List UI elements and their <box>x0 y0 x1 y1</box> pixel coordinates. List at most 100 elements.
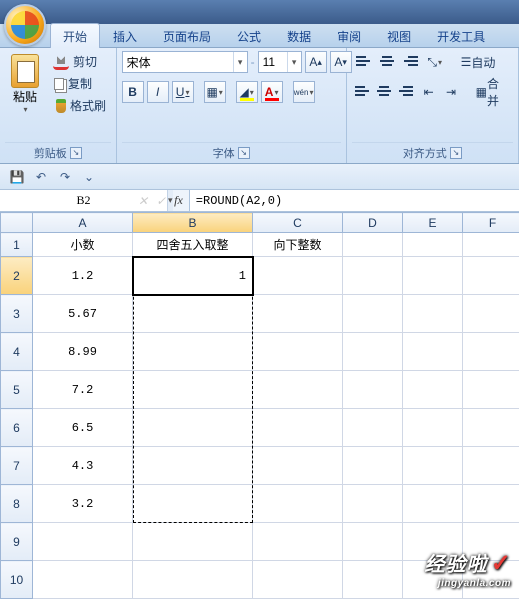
accept-formula-button[interactable]: ✓ <box>156 194 166 208</box>
dialog-launcher-icon[interactable]: ↘ <box>70 147 82 159</box>
row-header[interactable]: 10 <box>1 561 33 599</box>
cell[interactable] <box>343 447 403 485</box>
align-bottom-button[interactable] <box>400 51 422 73</box>
dialog-launcher-icon[interactable]: ↘ <box>450 147 462 159</box>
qat-undo-button[interactable]: ↶ <box>32 168 50 186</box>
cell[interactable] <box>403 485 463 523</box>
format-painter-button[interactable]: 格式刷 <box>49 95 110 116</box>
cell[interactable] <box>463 233 519 257</box>
row-header[interactable]: 5 <box>1 371 33 409</box>
office-button[interactable] <box>4 4 46 46</box>
cell[interactable] <box>403 447 463 485</box>
fill-color-button[interactable]: ◢▾ <box>236 81 258 103</box>
cell-active[interactable]: 1 <box>133 257 253 295</box>
col-header-a[interactable]: A <box>33 213 133 233</box>
align-right-button[interactable] <box>396 81 416 103</box>
cell[interactable]: 向下整数 <box>253 233 343 257</box>
row-header[interactable]: 7 <box>1 447 33 485</box>
cell[interactable]: 6.5 <box>33 409 133 447</box>
row-header[interactable]: 1 <box>1 233 33 257</box>
dialog-launcher-icon[interactable]: ↘ <box>238 147 250 159</box>
col-header-f[interactable]: F <box>463 213 519 233</box>
increase-indent-button[interactable]: ⇥ <box>441 81 461 103</box>
font-name-combo[interactable]: ▾ <box>122 51 248 73</box>
row-header[interactable]: 6 <box>1 409 33 447</box>
bold-button[interactable]: B <box>122 81 144 103</box>
col-header-c[interactable]: C <box>253 213 343 233</box>
font-name-input[interactable] <box>123 55 233 70</box>
cell[interactable]: 小数 <box>33 233 133 257</box>
decrease-indent-button[interactable]: ⇤ <box>419 81 439 103</box>
cell[interactable] <box>133 561 253 599</box>
cell[interactable] <box>133 447 253 485</box>
tab-data[interactable]: 数据 <box>274 23 324 48</box>
cell[interactable] <box>133 409 253 447</box>
cancel-formula-button[interactable]: ✕ <box>138 194 148 208</box>
col-header-d[interactable]: D <box>343 213 403 233</box>
spreadsheet-grid[interactable]: A B C D E F 1 小数 四舍五入取整 向下整数 2 1.2 1 35.… <box>0 212 519 599</box>
cell[interactable]: 4.3 <box>33 447 133 485</box>
cell[interactable] <box>133 371 253 409</box>
cell[interactable] <box>33 523 133 561</box>
cell[interactable] <box>403 257 463 295</box>
cell[interactable] <box>133 523 253 561</box>
row-header[interactable]: 9 <box>1 523 33 561</box>
align-middle-button[interactable] <box>376 51 398 73</box>
cell[interactable] <box>253 485 343 523</box>
cell[interactable] <box>403 371 463 409</box>
tab-review[interactable]: 审阅 <box>324 23 374 48</box>
cell[interactable] <box>343 257 403 295</box>
row-header[interactable]: 2 <box>1 257 33 295</box>
cell[interactable] <box>253 333 343 371</box>
cell[interactable] <box>343 295 403 333</box>
border-button[interactable]: ▦▾ <box>204 81 226 103</box>
cell[interactable] <box>463 409 519 447</box>
tab-view[interactable]: 视图 <box>374 23 424 48</box>
cell[interactable] <box>403 233 463 257</box>
tab-page-layout[interactable]: 页面布局 <box>150 23 224 48</box>
align-top-button[interactable] <box>352 51 374 73</box>
cell[interactable] <box>133 333 253 371</box>
font-size-combo[interactable]: ▾ <box>258 51 302 73</box>
row-header[interactable]: 3 <box>1 295 33 333</box>
cell[interactable] <box>463 295 519 333</box>
cell[interactable] <box>403 409 463 447</box>
wrap-text-button[interactable]: ☰ 自动 <box>456 51 501 73</box>
qat-redo-button[interactable]: ↷ <box>56 168 74 186</box>
cell[interactable] <box>253 409 343 447</box>
cell[interactable] <box>253 561 343 599</box>
cell[interactable] <box>133 485 253 523</box>
align-left-button[interactable] <box>352 81 372 103</box>
cell[interactable]: 1.2 <box>33 257 133 295</box>
font-color-button[interactable]: A▾ <box>261 81 283 103</box>
cell[interactable] <box>403 333 463 371</box>
col-header-e[interactable]: E <box>403 213 463 233</box>
cell[interactable] <box>343 371 403 409</box>
cell[interactable]: 5.67 <box>33 295 133 333</box>
cell[interactable] <box>253 447 343 485</box>
cell[interactable] <box>463 333 519 371</box>
name-box[interactable]: ▾ <box>0 190 132 211</box>
tab-formulas[interactable]: 公式 <box>224 23 274 48</box>
qat-save-button[interactable]: 💾 <box>8 168 26 186</box>
cell[interactable] <box>463 485 519 523</box>
tab-home[interactable]: 开始 <box>50 23 100 48</box>
orientation-button[interactable]: ⤡▾ <box>424 51 446 73</box>
cell[interactable]: 四舍五入取整 <box>133 233 253 257</box>
select-all-corner[interactable] <box>1 213 33 233</box>
cell[interactable] <box>253 257 343 295</box>
cell[interactable]: 3.2 <box>33 485 133 523</box>
chevron-down-icon[interactable]: ▾ <box>233 52 247 72</box>
cell[interactable] <box>33 561 133 599</box>
row-header[interactable]: 4 <box>1 333 33 371</box>
cell[interactable] <box>343 523 403 561</box>
align-center-button[interactable] <box>374 81 394 103</box>
tab-developer[interactable]: 开发工具 <box>424 23 498 48</box>
qat-custom-button[interactable]: ⌄ <box>80 168 98 186</box>
cell[interactable] <box>403 295 463 333</box>
cell[interactable] <box>343 233 403 257</box>
cell[interactable]: 7.2 <box>33 371 133 409</box>
cell[interactable] <box>343 409 403 447</box>
grow-font-button[interactable]: A▴ <box>305 51 327 73</box>
tab-insert[interactable]: 插入 <box>100 23 150 48</box>
